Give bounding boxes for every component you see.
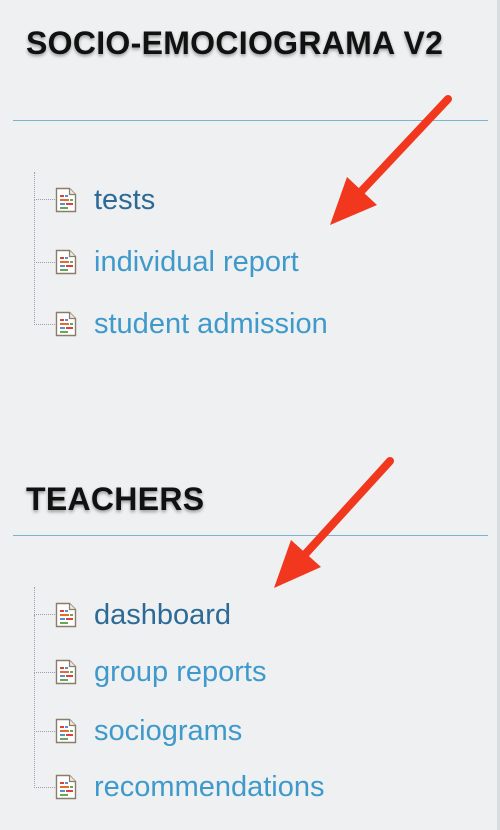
tree-connector	[34, 172, 55, 200]
document-icon	[55, 187, 77, 213]
red-arrow-annotation	[274, 457, 394, 588]
tree-connector	[34, 731, 55, 788]
sidebar-page: { "sections": [ { "title": "SOCIO-EMOCIO…	[0, 0, 500, 830]
document-icon	[55, 659, 77, 685]
tests-link[interactable]: tests	[94, 183, 155, 217]
student-admission-link[interactable]: student admission	[94, 307, 328, 341]
tree-connector	[34, 262, 55, 325]
tree-connector	[34, 200, 55, 263]
document-icon	[55, 311, 77, 337]
document-icon	[55, 718, 77, 744]
document-icon	[55, 249, 77, 275]
recommendations-link[interactable]: recommendations	[94, 770, 325, 804]
red-arrow-annotation	[330, 95, 452, 225]
group-reports-link[interactable]: group reports	[94, 655, 267, 689]
document-icon	[55, 774, 77, 800]
individual-report-link[interactable]: individual report	[94, 245, 299, 279]
tree-connector	[34, 587, 55, 615]
document-icon	[55, 602, 77, 628]
sociograms-link[interactable]: sociograms	[94, 714, 242, 748]
tree-connector	[34, 615, 55, 673]
dashboard-link[interactable]: dashboard	[94, 598, 231, 632]
tree-connector	[34, 672, 55, 732]
section-title-socio-emociograma: SOCIO-EMOCIOGRAMA V2	[26, 25, 444, 61]
